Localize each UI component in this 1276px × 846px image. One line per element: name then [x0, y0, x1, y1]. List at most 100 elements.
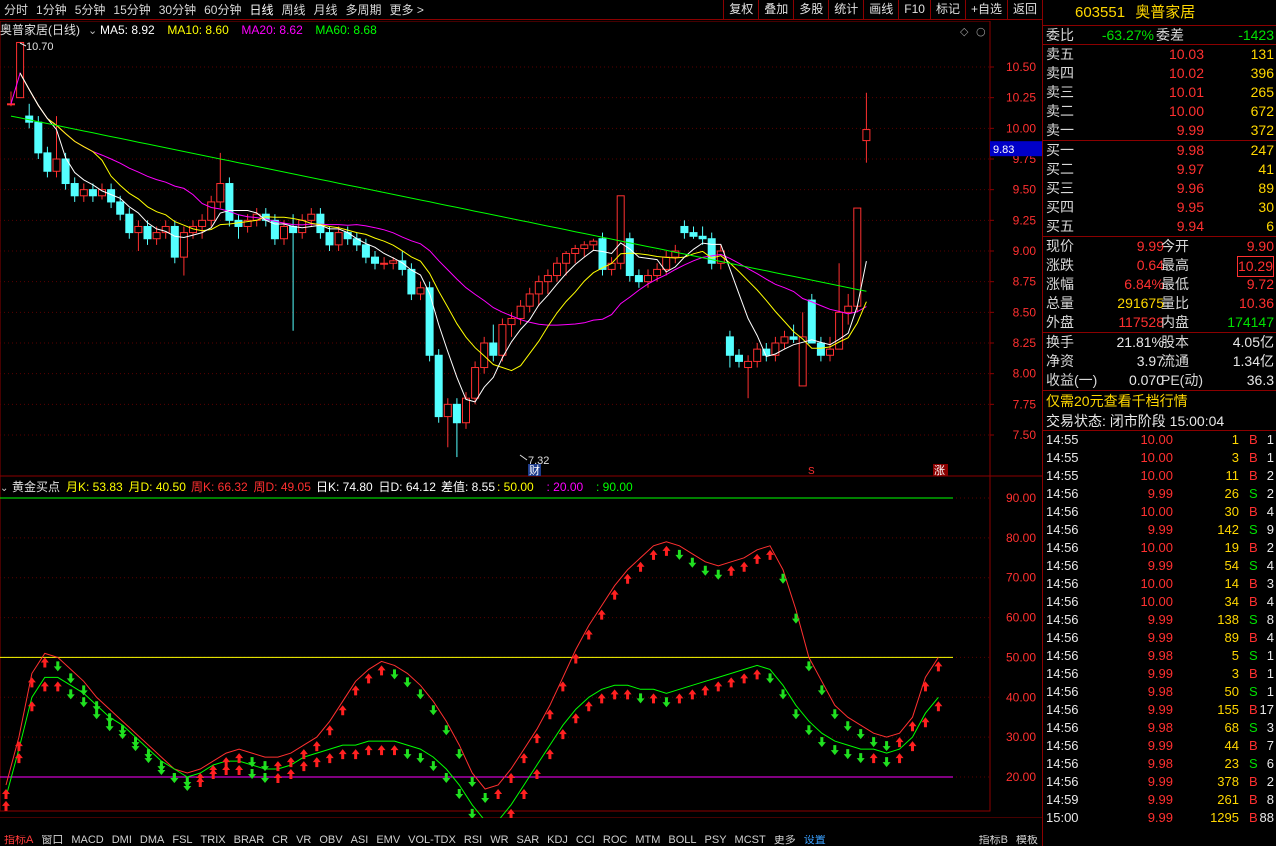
bid-level-2[interactable]: 买二 9.97 41: [1043, 160, 1276, 179]
period-toolbar: 分时 1分钟 5分钟 15分钟 30分钟 60分钟 日线 周线 月线 多周期 更多 > 复权 叠加 多股…: [0, 0, 1042, 20]
candle-body: [725, 336, 734, 356]
chart-area[interactable]: 10.50 10.25 10.00 9.75 9.50 9.25 9.00 8.75 8.50 8…: [0, 21, 1042, 818]
ask-level-1[interactable]: 卖一 9.99 372: [1043, 121, 1276, 140]
period-tab-10[interactable]: 更多 >: [386, 0, 428, 20]
tick-row: 14:56 9.99 26 S 2: [1046, 486, 1274, 501]
period-tab-0[interactable]: 分时: [0, 0, 32, 20]
indicator-tab-14[interactable]: RSI: [460, 835, 486, 846]
indicator-tab-13[interactable]: VOL-TDX: [404, 835, 460, 846]
toolbar-button-4[interactable]: 画线: [863, 0, 898, 20]
chevron-down-icon[interactable]: ⌄: [0, 483, 8, 494]
candle-body: [744, 360, 753, 369]
toolbar-button-7[interactable]: +自选: [964, 0, 1007, 20]
tick-row: 14:56 9.99 378 B 2: [1046, 774, 1274, 789]
period-tab-2[interactable]: 5分钟: [71, 0, 110, 20]
period-tab-5[interactable]: 60分钟: [200, 0, 245, 20]
indicator-tab-3[interactable]: DMI: [108, 835, 136, 846]
candle-body: [43, 152, 52, 172]
sell-arrow-down-icon: [403, 677, 412, 688]
sell-arrow-down-icon: [468, 777, 477, 788]
candle-body: [771, 342, 780, 356]
chevron-down-icon[interactable]: ⌄: [88, 24, 97, 37]
indicator-tab-24[interactable]: 更多: [770, 835, 800, 846]
indicator-tab-26[interactable]: 指标B: [975, 835, 1012, 846]
bid-level-5[interactable]: 买五 9.94 6: [1043, 217, 1276, 236]
candle-body: [79, 189, 88, 197]
toolbar-button-2[interactable]: 多股: [793, 0, 828, 20]
indicator-tab-8[interactable]: CR: [268, 835, 292, 846]
bid-level-1[interactable]: 买一 9.98 247: [1043, 141, 1276, 160]
indicator-tab-0[interactable]: 指标A: [0, 835, 37, 846]
bid-level-4[interactable]: 买四 9.95 30: [1043, 198, 1276, 217]
candle-body: [307, 213, 316, 221]
indicator-tab-10[interactable]: OBV: [315, 835, 346, 846]
toolbar-button-8[interactable]: 返回: [1006, 0, 1042, 20]
indicator-tab-18[interactable]: CCI: [572, 835, 599, 846]
indicator-tab-2[interactable]: MACD: [67, 835, 107, 846]
sell-arrow-down-icon: [53, 661, 62, 672]
buy-arrow-up-icon: [351, 685, 360, 696]
candle-body: [452, 403, 461, 424]
period-tab-4[interactable]: 30分钟: [155, 0, 200, 20]
buy-arrow-up-icon: [908, 741, 917, 752]
ask-level-3[interactable]: 卖三 10.01 265: [1043, 83, 1276, 102]
tick-list[interactable]: 14:55 10.00 1 B 1 14:55 10.00 3 B 1 14:55 10.00 11 B 2…: [1043, 431, 1276, 827]
buy-arrow-up-icon: [636, 561, 645, 572]
toolbar-button-1[interactable]: 叠加: [758, 0, 793, 20]
indicator-tab-16[interactable]: SAR: [513, 835, 544, 846]
indicator-legend-6: 差值: 8.55: [441, 479, 495, 494]
ask-level-4[interactable]: 卖四 10.02 396: [1043, 64, 1276, 83]
candle-body: [280, 225, 288, 240]
indicator-tab-21[interactable]: BOLL: [664, 835, 700, 846]
indicator-tab-27[interactable]: 模板: [1012, 835, 1042, 846]
kline-chart[interactable]: 10.5010.2510.009.759.509.259.008.758.508…: [0, 21, 1042, 818]
period-tab-6[interactable]: 日线: [245, 0, 277, 20]
indicator-tab-5[interactable]: FSL: [168, 835, 196, 846]
indicator-tab-25[interactable]: 设置: [800, 835, 830, 846]
price-axis-label: 8.25: [1013, 336, 1037, 350]
signal-s-marker[interactable]: S: [808, 466, 815, 477]
buy-arrow-up-icon: [14, 741, 23, 752]
sell-arrow-down-icon: [481, 792, 490, 803]
candle-body: [598, 238, 607, 270]
period-tab-3[interactable]: 15分钟: [109, 0, 154, 20]
period-tab-9[interactable]: 多周期: [342, 0, 386, 20]
indicator-tab-19[interactable]: ROC: [599, 835, 631, 846]
toolbar-button-3[interactable]: 统计: [828, 0, 863, 20]
indicator-tab-11[interactable]: ASI: [347, 835, 373, 846]
sell-arrow-down-icon: [791, 613, 800, 624]
sell-arrow-down-icon: [817, 737, 826, 748]
period-tab-7[interactable]: 周线: [277, 0, 309, 20]
weibi-value: -63.27%: [1101, 27, 1154, 43]
sell-arrow-down-icon: [766, 673, 775, 684]
indicator-tab-9[interactable]: VR: [292, 835, 315, 846]
candle-body: [853, 207, 862, 307]
stock-code: 603551: [1075, 4, 1126, 21]
settings-dot-icon[interactable]: ○: [976, 25, 986, 38]
bid-level-3[interactable]: 买三 9.96 89: [1043, 179, 1276, 198]
indicator-tab-15[interactable]: WR: [486, 835, 512, 846]
period-tab-8[interactable]: 月线: [310, 0, 342, 20]
level2-promo-link[interactable]: 仅需20元查看千档行情: [1043, 391, 1276, 411]
indicator-legend-7: : 50.00: [497, 480, 534, 494]
toolbar-button-0[interactable]: 复权: [723, 0, 758, 20]
weibi-row: 委比 -63.27% 委差 -1423: [1043, 26, 1276, 45]
buy-arrow-up-icon: [364, 673, 373, 684]
indicator-tab-23[interactable]: MCST: [731, 835, 770, 846]
indicator-tab-12[interactable]: EMV: [372, 835, 404, 846]
candle-body: [152, 232, 161, 240]
indicator-tab-20[interactable]: MTM: [631, 835, 664, 846]
period-tab-1[interactable]: 1分钟: [32, 0, 71, 20]
ask-level-2[interactable]: 卖二 10.00 672: [1043, 102, 1276, 121]
buy-arrow-up-icon: [545, 749, 554, 760]
indicator-tab-1[interactable]: 窗口: [37, 835, 67, 846]
ask-level-5[interactable]: 卖五 10.03 131: [1043, 45, 1276, 64]
diamond-icon[interactable]: ◇: [960, 25, 969, 38]
indicator-tab-7[interactable]: BRAR: [230, 835, 269, 846]
indicator-tab-4[interactable]: DMA: [136, 835, 168, 846]
toolbar-button-5[interactable]: F10: [898, 0, 930, 20]
indicator-tab-22[interactable]: PSY: [701, 835, 731, 846]
indicator-tab-17[interactable]: KDJ: [543, 835, 572, 846]
indicator-tab-6[interactable]: TRIX: [197, 835, 230, 846]
toolbar-button-6[interactable]: 标记: [929, 0, 965, 20]
